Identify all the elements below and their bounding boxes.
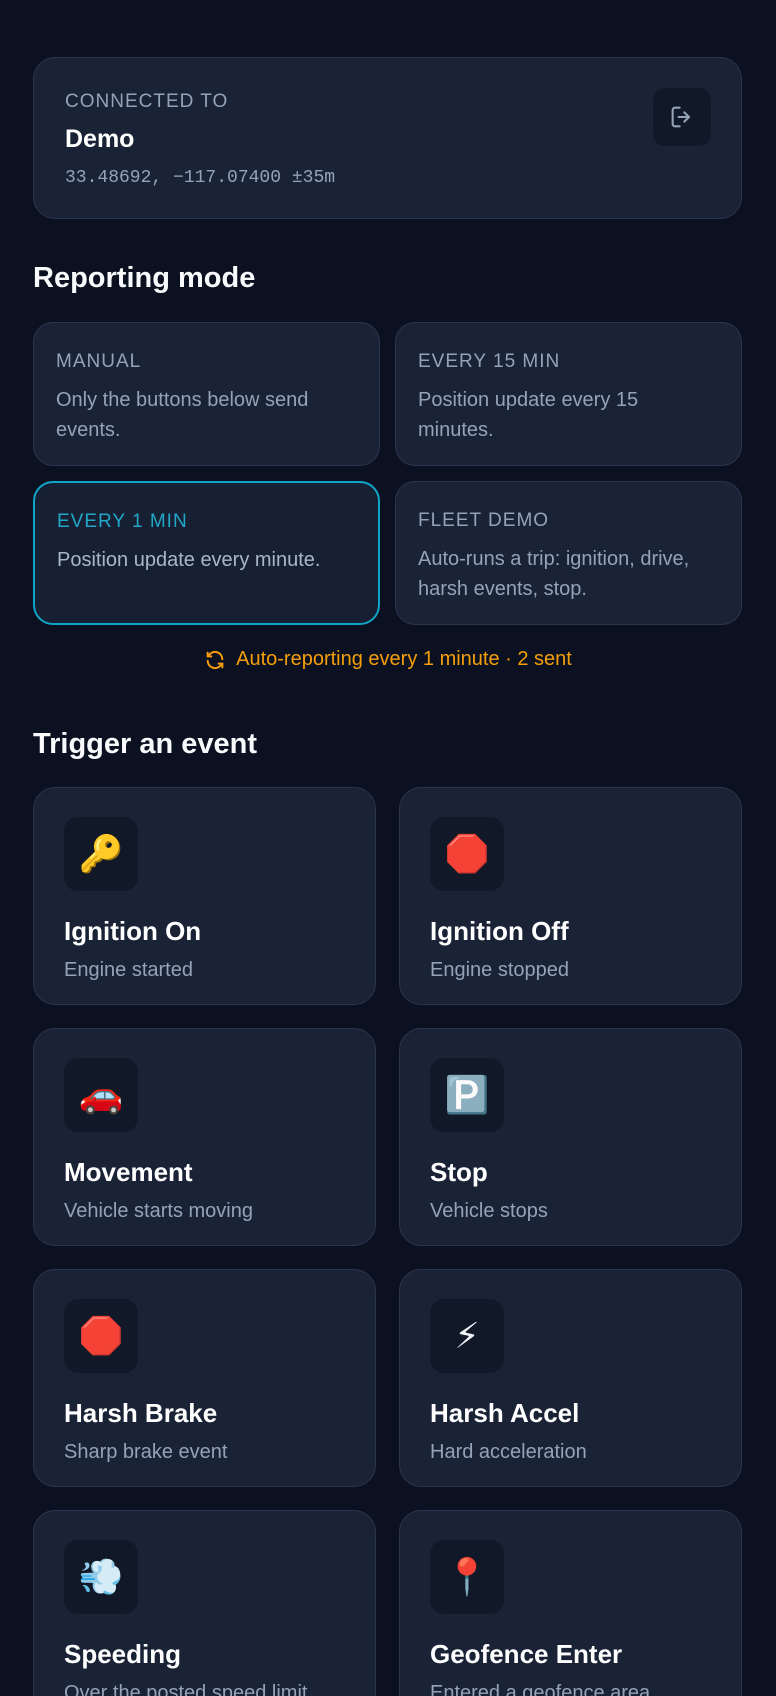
lightning-icon: ⚡ [430,1299,504,1373]
event-ignition-on[interactable]: 🔑 Ignition On Engine started [33,787,376,1005]
stop-sign-icon: 🛑 [430,817,504,891]
event-speeding[interactable]: 💨 Speeding Over the posted speed limit [33,1510,376,1696]
event-subtitle: Vehicle starts moving [64,1200,253,1222]
event-subtitle: Sharp brake event [64,1441,228,1463]
car-icon: 🚗 [64,1058,138,1132]
mode-desc: Position update every 15 minutes. [418,389,639,441]
event-title: Movement [64,1157,193,1187]
connection-label: CONNECTED TO [65,91,229,112]
event-title: Ignition On [64,916,202,946]
event-title: Ignition Off [430,916,569,946]
event-subtitle: Engine stopped [430,959,570,981]
event-title: Harsh Brake [64,1398,218,1428]
event-subtitle: Hard acceleration [430,1441,587,1463]
page: CONNECTED TO Demo 33.48692, −117.07400 ±… [0,0,776,1696]
refresh-icon [206,650,224,669]
mode-desc: Only the buttons below send events. [56,389,309,441]
mode-fleet-demo[interactable]: FLEET DEMO Auto-runs a trip: ignition, d… [395,481,742,625]
parking-icon: 🅿️ [430,1058,504,1132]
event-subtitle: Over the posted speed limit [64,1682,308,1696]
mode-title: FLEET DEMO [418,510,550,531]
event-harsh-brake[interactable]: 🛑 Harsh Brake Sharp brake event [33,1269,376,1487]
key-icon: 🔑 [64,817,138,891]
event-geofence-enter[interactable]: 📍 Geofence Enter Entered a geofence area [399,1510,742,1696]
event-movement[interactable]: 🚗 Movement Vehicle starts moving [33,1028,376,1246]
event-title: Geofence Enter [430,1639,623,1669]
mode-title: EVERY 15 MIN [418,351,561,372]
mode-desc: Position update every minute. [57,549,321,571]
connection-card: CONNECTED TO Demo 33.48692, −117.07400 ±… [33,57,742,219]
mode-title: MANUAL [56,351,142,372]
stop-sign-icon: 🛑 [64,1299,138,1373]
status-text: Auto-reporting every 1 minute · 2 sent [236,648,572,670]
connection-name: Demo [65,125,135,153]
mode-title: EVERY 1 MIN [57,511,188,532]
event-subtitle: Engine started [64,959,193,981]
event-subtitle: Vehicle stops [430,1200,548,1222]
event-title: Speeding [64,1639,182,1669]
event-title: Stop [430,1157,488,1187]
logout-icon [671,106,691,128]
event-ignition-off[interactable]: 🛑 Ignition Off Engine stopped [399,787,742,1005]
pin-icon: 📍 [430,1540,504,1614]
trigger-event-title: Trigger an event [33,728,258,760]
event-harsh-accel[interactable]: ⚡ Harsh Accel Hard acceleration [399,1269,742,1487]
connection-coords: 33.48692, −117.07400 ±35m [65,168,336,188]
event-subtitle: Entered a geofence area [430,1682,651,1696]
auto-reporting-status: Auto-reporting every 1 minute · 2 sent [0,648,776,671]
mode-desc: Auto-runs a trip: ignition, drive, harsh… [418,548,690,600]
mode-every-15-min[interactable]: EVERY 15 MIN Position update every 15 mi… [395,322,742,466]
reporting-mode-title: Reporting mode [33,262,256,294]
event-stop[interactable]: 🅿️ Stop Vehicle stops [399,1028,742,1246]
mode-manual[interactable]: MANUAL Only the buttons below send event… [33,322,380,466]
logout-button[interactable] [653,88,711,146]
mode-every-1-min[interactable]: EVERY 1 MIN Position update every minute… [33,481,380,625]
dash-icon: 💨 [64,1540,138,1614]
event-title: Harsh Accel [430,1398,580,1428]
